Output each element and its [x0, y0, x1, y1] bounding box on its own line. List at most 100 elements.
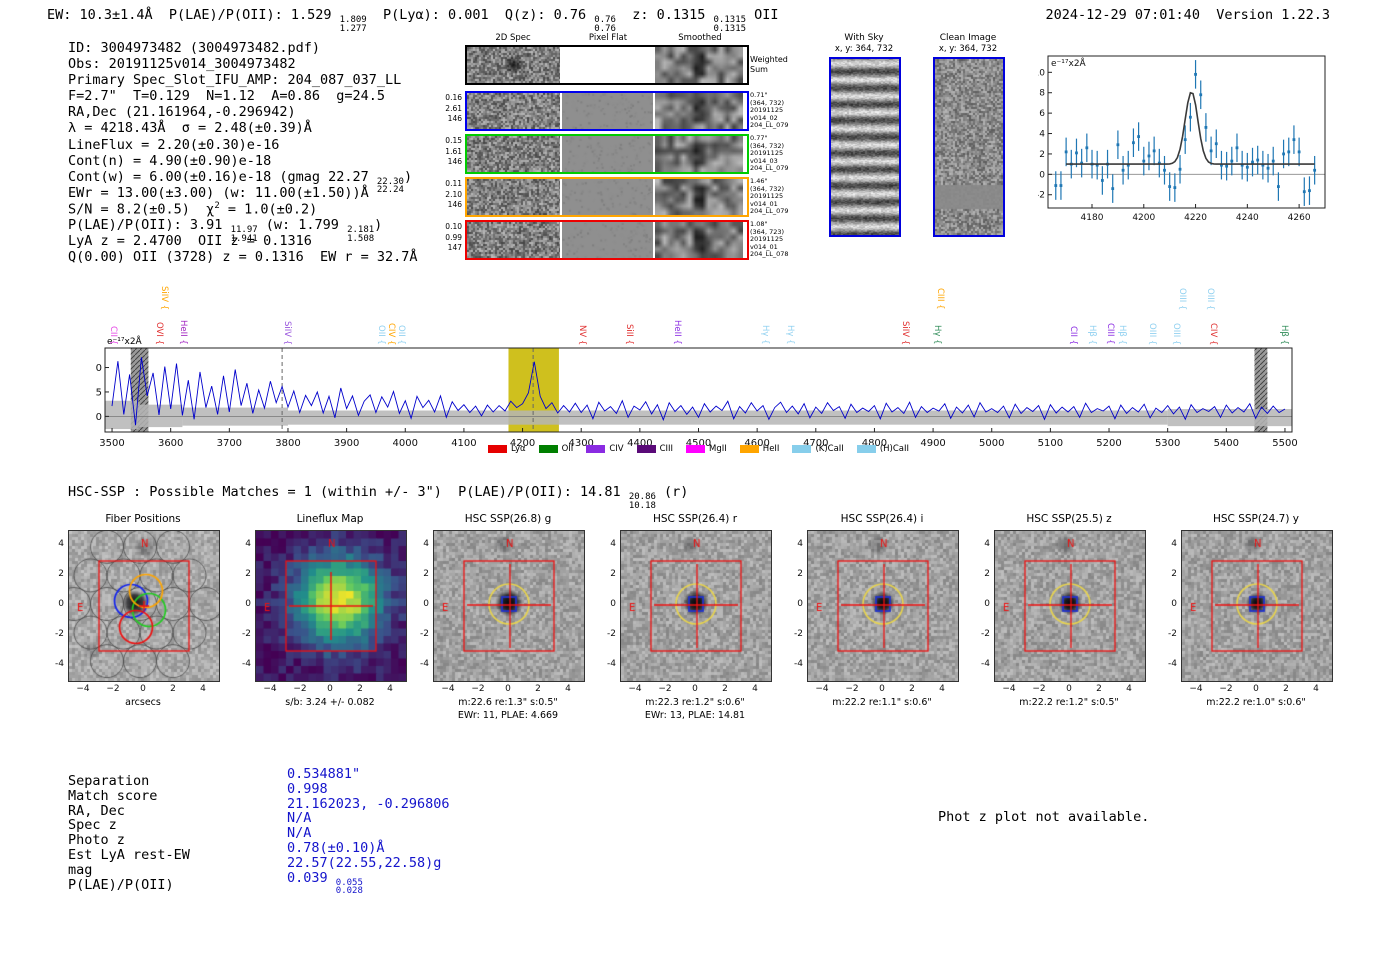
header-stacked-value: 0.76 0.76 — [594, 15, 616, 34]
spec2d-row-ids: 0.71" (364, 732) 20191125 v014_02 204_LL_079 — [750, 91, 789, 130]
info-stacked-value: 2.181 1.508 — [347, 225, 375, 244]
svg-text:4180: 4180 — [1081, 213, 1104, 223]
hsc-match-text: HSC-SSP : Possible Matches = 1 (within +… — [68, 484, 629, 500]
cutout-ytick: -2 — [242, 629, 251, 639]
spec2d-header: 2D Spec — [495, 33, 531, 43]
svg-text:4220: 4220 — [1184, 213, 1207, 223]
emission-line-label: CIII { — [1105, 323, 1115, 345]
sky-panel-coords: x, y: 364, 732 — [834, 44, 894, 54]
svg-text:4260: 4260 — [1288, 213, 1311, 223]
spec2d-image-smoothed — [655, 47, 743, 83]
sky-panel-title: With Sky — [844, 33, 884, 43]
info-line: EWr = 13.00(±3.00) (w: 11.00(±1.50))Å — [68, 185, 418, 201]
emission-line-label: CIII { — [935, 288, 945, 310]
cutout-ytick: 2 — [58, 569, 64, 579]
cutout-ytick: 4 — [245, 539, 251, 549]
cutout-ytick: -4 — [607, 659, 616, 669]
spec2d-image-flat — [562, 222, 653, 258]
info-line: Q(0.00) OII (3728) z = 0.1316 EW r = 32.… — [68, 249, 418, 265]
info-line: Cont(n) = 4.90(±0.90)e-18 — [68, 153, 418, 169]
spec2d-image-spec — [467, 93, 560, 129]
cutout-title: HSC SSP(25.5) z — [1026, 513, 1112, 525]
cutout-ytick: 0 — [610, 599, 616, 609]
legend-item-KCaII: (K)CaII — [792, 444, 844, 454]
match-row-label: Separation — [68, 773, 150, 789]
cutout-image-img-6 — [1181, 530, 1333, 682]
legend-label: CIII — [659, 444, 674, 454]
cutout-xtick: −2 — [293, 684, 307, 694]
info-line: Primary Spec_Slot_IFU_AMP: 204_087_037_L… — [68, 72, 418, 88]
cutout-xtick: 2 — [357, 684, 363, 694]
svg-text:5: 5 — [96, 387, 102, 398]
spec2d-row — [465, 220, 749, 260]
emission-line-label: Hβ { — [1279, 325, 1289, 345]
info-text: Cont(w) = 6.00(±0.16)e-18 (gmag 22.27 — [68, 168, 377, 185]
cutout-ytick: 0 — [797, 599, 803, 609]
info-line: RA,Dec (21.161964,-0.296942) — [68, 104, 418, 120]
info-text: Cont(n) = 4.90(±0.90)e-18 — [68, 152, 272, 169]
cutout-ytick: 0 — [984, 599, 990, 609]
svg-text:-2: -2 — [1038, 191, 1045, 201]
with-sky-image — [829, 57, 901, 237]
info-text: S/N = 8.2(±0.5) χ — [68, 201, 215, 218]
cutout-xtick: 4 — [752, 684, 758, 694]
emission-line-label: Hβ { — [1087, 325, 1097, 345]
cutout-ytick: 4 — [1171, 539, 1177, 549]
match-row-label: RA, Dec — [68, 802, 125, 819]
cutout-ytick: 0 — [245, 599, 251, 609]
cutout-xtick: −4 — [815, 684, 829, 694]
match-row-label: Spec z — [68, 817, 117, 834]
cutout-ytick: 0 — [1171, 599, 1177, 609]
cutout-ytick: 2 — [423, 569, 429, 579]
cutout-ytick: 2 — [245, 569, 251, 579]
spec2d-row-stats: 0.15 1.61 146 — [445, 136, 462, 166]
cutout-xtick: 0 — [505, 684, 511, 694]
spec2d-image-flat — [562, 179, 653, 215]
legend-item-CIII: CIII — [636, 444, 674, 454]
info-text: ID: 3004973482 (3004973482.pdf) — [68, 40, 320, 56]
legend-item-HCaII: (H)CaII — [856, 444, 909, 454]
cutout-ytick: -2 — [981, 629, 990, 639]
cutout-ytick: 2 — [984, 569, 990, 579]
info-text: ) — [403, 168, 413, 185]
svg-text:6: 6 — [1039, 109, 1045, 119]
cutout-xtick: −4 — [1002, 684, 1016, 694]
match-row-label: Photo z — [68, 832, 125, 849]
header-text: OII — [746, 7, 779, 23]
cutout-xtick: 0 — [1253, 684, 1259, 694]
cutout-xtick: −2 — [658, 684, 672, 694]
legend-swatch — [792, 445, 812, 453]
cutout-ytick: 4 — [610, 539, 616, 549]
spec2d-image-smoothed — [655, 93, 743, 129]
info-line: ID: 3004973482 (3004973482.pdf) — [68, 40, 418, 56]
cutout-xtick: −4 — [1189, 684, 1203, 694]
match-row-value: 22.57(22.55,22.58)g — [287, 854, 442, 871]
legend-label: Lyα — [511, 444, 526, 454]
spec2d-row-stats: 0.16 2.61 146 — [445, 93, 462, 123]
cutout-ytick: -4 — [420, 659, 429, 669]
emission-line-label: OIII { — [1205, 287, 1215, 310]
cutout-image-lineflux-1 — [255, 530, 407, 682]
match-row-value: 0.534881" — [287, 766, 361, 782]
match-row-value: N/A — [287, 810, 312, 827]
photz-notice: Phot z plot not available. — [938, 809, 1150, 825]
emission-line-label: SiIV { — [282, 320, 292, 345]
svg-text:2: 2 — [1039, 150, 1045, 160]
match-row-value: N/A — [287, 825, 312, 842]
emission-line-label: Hβ { — [1117, 325, 1127, 345]
header-text: EW: 10.3±1.4Å P(LAE)/P(OII): 1.529 — [47, 7, 340, 23]
legend-swatch — [686, 445, 706, 453]
header-summary-line: EW: 10.3±1.4Å P(LAE)/P(OII): 1.529 1.809… — [47, 7, 779, 33]
info-text: λ = 4218.43Å σ = 2.48(±0.39)Å — [68, 120, 312, 137]
cutout-ytick: -4 — [55, 659, 64, 669]
info-stacked-value: 22.30 22.24 — [376, 176, 404, 196]
svg-text:4200: 4200 — [1132, 213, 1155, 223]
match-row-value: 0.998 — [287, 780, 328, 797]
cutout-ytick: -2 — [794, 629, 803, 639]
info-line: λ = 4218.43Å σ = 2.48(±0.39)Å — [68, 120, 418, 136]
header-text: z: 0.1315 — [615, 7, 714, 23]
emission-line-label: CII { — [108, 325, 118, 345]
info-line: F=2.7" T=0.129 N=1.12 A=0.86 g=24.5 — [68, 88, 418, 104]
info-text: RA,Dec (21.161964,-0.296942) — [68, 104, 296, 121]
cutout-xlabel: m:22.2 re:1.0" s:0.6" — [1206, 697, 1306, 708]
